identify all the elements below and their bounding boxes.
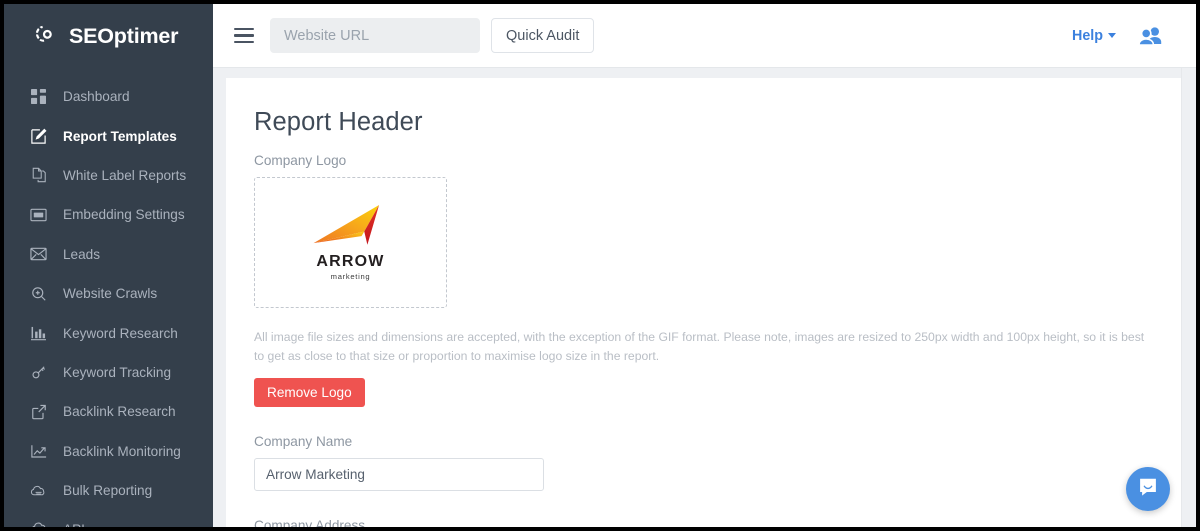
company-address-group: Company Address — [254, 518, 1150, 527]
external-link-icon — [30, 403, 47, 420]
hamburger-menu-icon[interactable] — [227, 19, 261, 53]
users-account-icon[interactable] — [1138, 26, 1164, 46]
envelope-icon — [30, 246, 47, 263]
content-scrollbar-thumb[interactable] — [1182, 132, 1195, 272]
sidebar-item-keyword-tracking[interactable]: Keyword Tracking — [4, 353, 213, 392]
embed-window-icon — [30, 206, 47, 223]
logo-wordmark: ARROW — [316, 253, 385, 271]
sidebar-nav: Dashboard Report Templates White Label R… — [4, 68, 213, 527]
sidebar-item-backlink-monitoring[interactable]: Backlink Monitoring — [4, 432, 213, 471]
logo-upload-dropzone[interactable]: ARROW marketing — [254, 177, 447, 308]
line-chart-up-icon — [30, 443, 47, 460]
company-logo-label: Company Logo — [254, 153, 347, 168]
sidebar-item-label: White Label Reports — [63, 167, 187, 183]
arrow-dart-logo-icon — [312, 204, 390, 253]
sidebar-item-white-label-reports[interactable]: White Label Reports — [4, 156, 213, 195]
help-label: Help — [1072, 27, 1103, 44]
sidebar-item-leads[interactable]: Leads — [4, 235, 213, 274]
cloud-stack-icon — [30, 482, 47, 499]
topbar-right-group: Help — [1072, 26, 1196, 46]
sidebar-item-label: Backlink Research — [63, 404, 176, 420]
sidebar-item-label: Embedding Settings — [63, 207, 185, 223]
hamburger-bar — [234, 27, 254, 31]
sidebar-item-label: Website Crawls — [63, 286, 158, 302]
key-icon — [30, 364, 47, 381]
report-header-card: Report Header Company Logo ARROW marketi… — [226, 78, 1182, 527]
cloud-download-icon — [30, 521, 47, 527]
company-address-label: Company Address — [254, 517, 366, 527]
page-title: Report Header — [254, 108, 423, 136]
company-logo-image: ARROW marketing — [298, 204, 404, 281]
sidebar-item-label: Dashboard — [63, 89, 130, 105]
sidebar-item-label: Leads — [63, 246, 101, 262]
brand-logo[interactable]: SEOptimer — [4, 4, 213, 68]
sidebar-item-label: Keyword Research — [63, 325, 178, 341]
sidebar-item-bulk-reporting[interactable]: Bulk Reporting — [4, 471, 213, 510]
sidebar-item-report-templates[interactable]: Report Templates — [4, 116, 213, 155]
website-url-input[interactable] — [270, 18, 480, 53]
pencil-square-icon — [30, 128, 47, 145]
sidebar-item-label: Bulk Reporting — [63, 483, 153, 499]
top-header-bar: Quick Audit Help — [213, 4, 1196, 68]
magnifier-plus-icon — [30, 285, 47, 302]
logo-subtext: marketing — [330, 272, 371, 282]
sidebar-item-dashboard[interactable]: Dashboard — [4, 77, 213, 116]
sidebar-item-backlink-research[interactable]: Backlink Research — [4, 392, 213, 431]
hamburger-bar — [234, 34, 254, 37]
caret-down-icon — [1108, 33, 1116, 38]
sidebar-item-embedding-settings[interactable]: Embedding Settings — [4, 195, 213, 234]
sidebar-item-keyword-research[interactable]: Keyword Research — [4, 313, 213, 352]
sidebar-item-label: API — [63, 522, 85, 527]
sidebar-item-label: Backlink Monitoring — [63, 443, 181, 459]
hamburger-bar — [234, 40, 254, 44]
remove-logo-button[interactable]: Remove Logo — [254, 377, 365, 407]
help-menu[interactable]: Help — [1072, 28, 1116, 44]
sidebar-item-api[interactable]: API — [4, 510, 213, 527]
seoptimer-gear-icon — [30, 21, 60, 51]
company-name-label: Company Name — [254, 433, 353, 449]
quick-audit-button[interactable]: Quick Audit — [491, 18, 595, 53]
sidebar-item-label: Keyword Tracking — [63, 364, 172, 380]
main-content: Report Header Company Logo ARROW marketi… — [213, 68, 1196, 527]
brand-name: SEOptimer — [69, 23, 179, 48]
sidebar-item-label: Report Templates — [63, 128, 177, 144]
company-name-group: Company Name — [254, 434, 1150, 491]
app-root: SEOptimer Dashboard Report Templates Whi… — [4, 4, 1196, 527]
chat-bubble-smile-icon — [1137, 476, 1159, 503]
sidebar-item-website-crawls[interactable]: Website Crawls — [4, 274, 213, 313]
bar-chart-icon — [30, 325, 47, 342]
content-scrollbar-track[interactable] — [1181, 68, 1196, 527]
copy-documents-icon — [30, 167, 47, 184]
logo-help-text: All image file sizes and dimensions are … — [254, 330, 1145, 363]
sidebar: SEOptimer Dashboard Report Templates Whi… — [4, 4, 213, 527]
company-name-input[interactable] — [254, 457, 544, 491]
grid-dashboard-icon — [30, 88, 47, 105]
chat-launcher-button[interactable] — [1126, 467, 1170, 511]
